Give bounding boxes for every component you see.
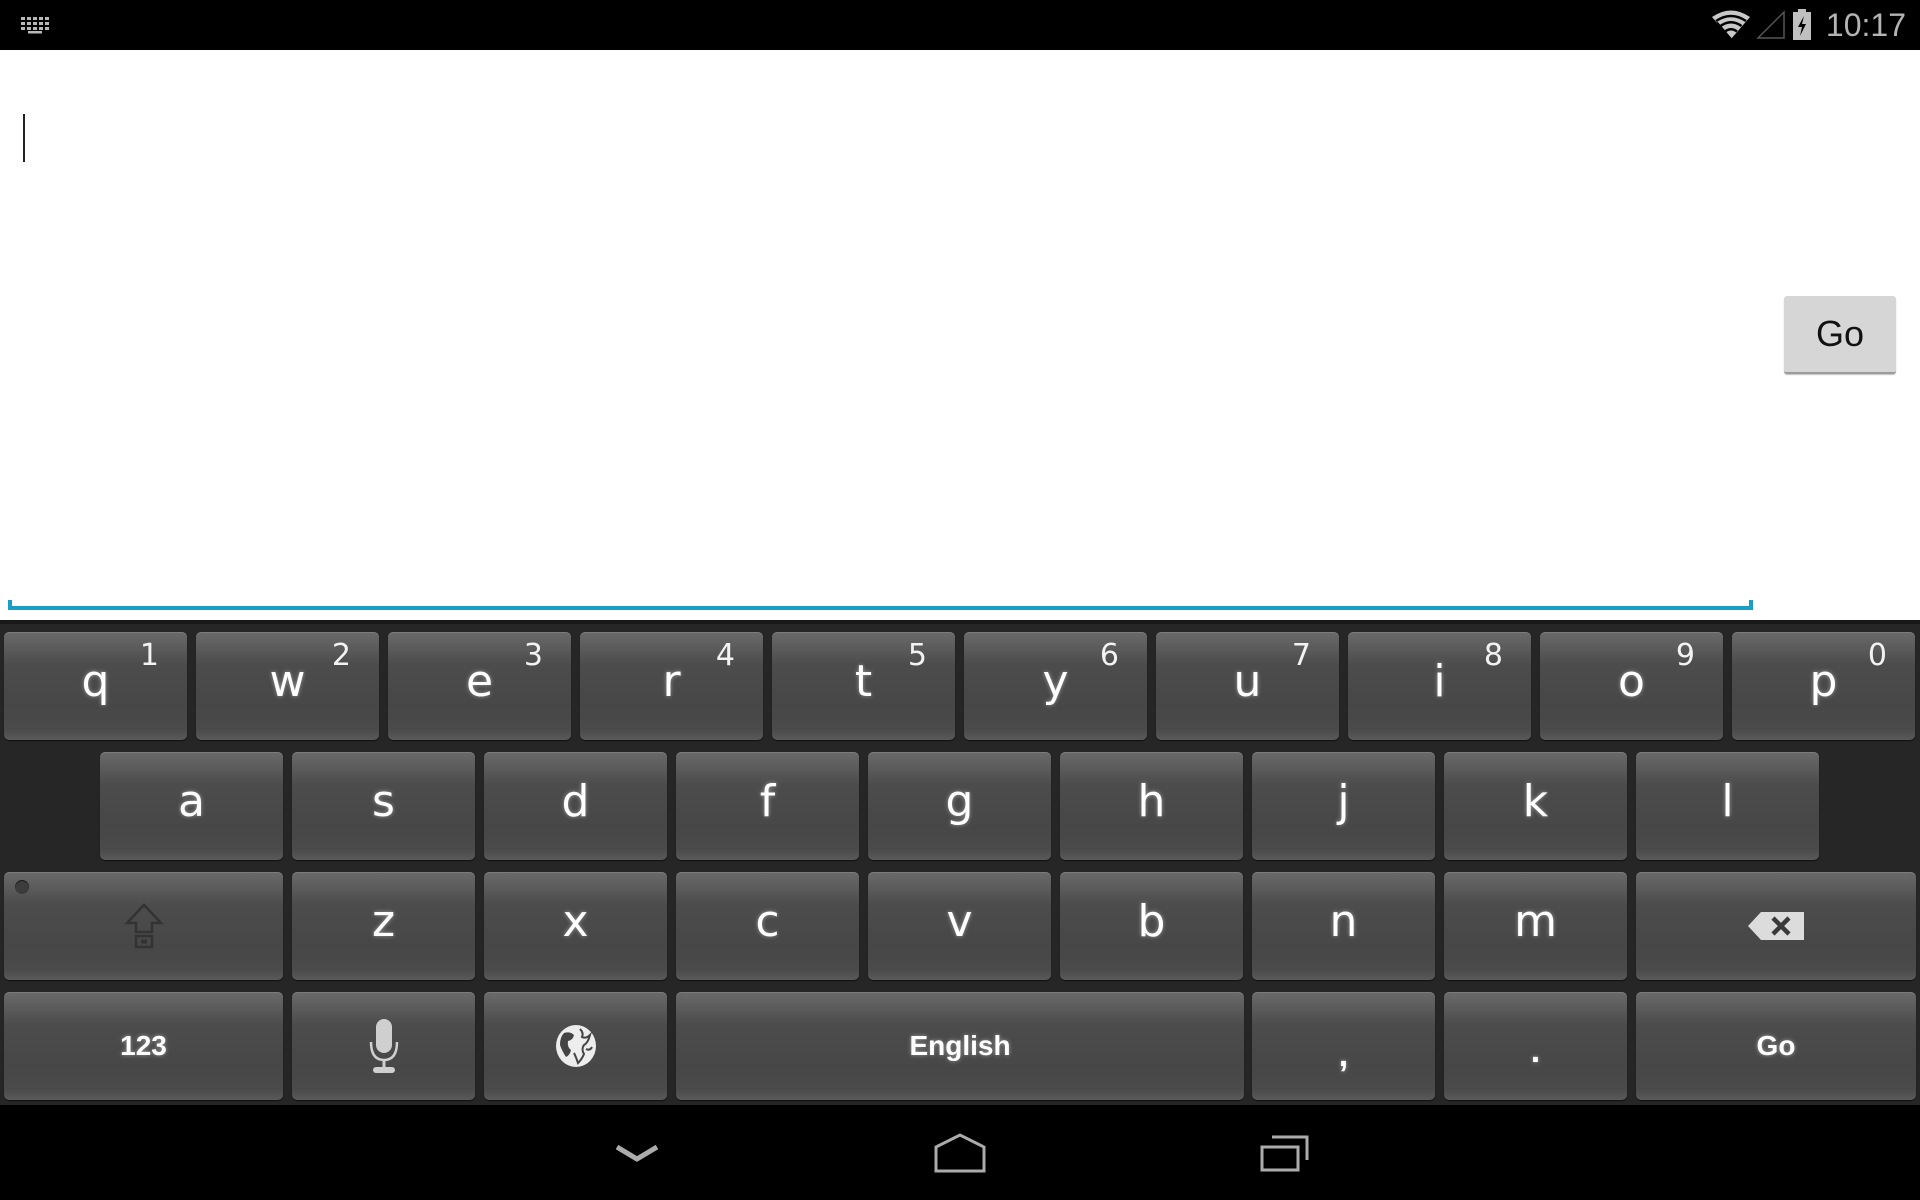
key-comma[interactable]: , <box>1252 992 1435 1100</box>
space-key[interactable]: English <box>676 992 1244 1100</box>
key-g[interactable]: g <box>868 752 1051 860</box>
globe-icon <box>555 1025 596 1067</box>
symbols-key-label: 123 <box>120 1030 167 1061</box>
key-a[interactable]: a <box>100 752 283 860</box>
clock: 10:17 <box>1825 6 1906 43</box>
key-label: q <box>81 656 110 707</box>
delete-key[interactable] <box>1636 872 1916 980</box>
battery-charging-icon <box>1792 9 1811 40</box>
key-label: r <box>662 656 681 707</box>
symbols-key[interactable]: 123 <box>4 992 283 1100</box>
key-label: n <box>1329 896 1358 947</box>
key-b[interactable]: b <box>1060 872 1243 980</box>
key-label: s <box>372 776 395 827</box>
soft-keyboard: 123 English , . Go q1w2e3r4t5y6u7i8o9p0a… <box>0 620 1920 1105</box>
backspace-icon <box>1748 912 1804 940</box>
key-label: a <box>178 776 205 827</box>
key-d[interactable]: d <box>484 752 667 860</box>
key-u[interactable]: u7 <box>1156 632 1339 740</box>
key-w[interactable]: w2 <box>196 632 379 740</box>
language-switch-key[interactable] <box>484 992 667 1100</box>
key-label: w <box>269 656 306 707</box>
shift-lock-indicator <box>15 880 29 894</box>
key-k[interactable]: k <box>1444 752 1627 860</box>
action-go-key[interactable]: Go <box>1636 992 1916 1100</box>
key-s[interactable]: s <box>292 752 475 860</box>
go-button[interactable]: Go <box>1784 296 1896 374</box>
wifi-icon <box>1711 10 1750 40</box>
home-button[interactable] <box>890 1105 1030 1200</box>
key-label: p <box>1809 656 1838 707</box>
key-label: l <box>1721 776 1734 827</box>
text-field-underline <box>8 600 1753 610</box>
key-label: v <box>946 896 973 947</box>
period-label: . <box>1530 1032 1541 1070</box>
text-input[interactable] <box>20 110 1740 590</box>
chevron-down-icon <box>616 1144 658 1162</box>
key-number-hint: 7 <box>1291 638 1311 673</box>
cell-signal-icon <box>1756 10 1785 39</box>
key-z[interactable]: z <box>292 872 475 980</box>
key-label: g <box>945 776 974 827</box>
key-number-hint: 5 <box>907 638 927 673</box>
comma-label: , <box>1338 1036 1349 1074</box>
key-number-hint: 2 <box>331 638 351 673</box>
space-key-label: English <box>909 1030 1011 1061</box>
microphone-icon <box>369 1019 398 1073</box>
recent-apps-button[interactable] <box>1215 1105 1355 1200</box>
key-l[interactable]: l <box>1636 752 1819 860</box>
key-label: y <box>1042 656 1069 707</box>
key-n[interactable]: n <box>1252 872 1435 980</box>
key-f[interactable]: f <box>676 752 859 860</box>
key-number-hint: 9 <box>1675 638 1695 673</box>
key-number-hint: 8 <box>1483 638 1503 673</box>
keyboard-icon <box>21 17 49 34</box>
key-t[interactable]: t5 <box>772 632 955 740</box>
key-label: u <box>1233 656 1262 707</box>
key-number-hint: 0 <box>1867 638 1887 673</box>
key-label: b <box>1137 896 1166 947</box>
key-number-hint: 6 <box>1099 638 1119 673</box>
hide-keyboard-button[interactable] <box>567 1105 707 1200</box>
key-x[interactable]: x <box>484 872 667 980</box>
key-label: m <box>1514 896 1557 947</box>
key-label: f <box>759 776 776 827</box>
key-number-hint: 3 <box>523 638 543 673</box>
key-label: o <box>1618 656 1645 707</box>
key-i[interactable]: i8 <box>1348 632 1531 740</box>
key-p[interactable]: p0 <box>1732 632 1915 740</box>
shift-key[interactable] <box>4 872 283 980</box>
key-c[interactable]: c <box>676 872 859 980</box>
key-o[interactable]: o9 <box>1540 632 1723 740</box>
voice-input-key[interactable] <box>292 992 475 1100</box>
key-label: h <box>1137 776 1166 827</box>
shift-lock-icon <box>123 903 164 949</box>
key-period[interactable]: . <box>1444 992 1627 1100</box>
key-h[interactable]: h <box>1060 752 1243 860</box>
key-j[interactable]: j <box>1252 752 1435 860</box>
key-label: j <box>1337 776 1350 827</box>
key-y[interactable]: y6 <box>964 632 1147 740</box>
text-area[interactable]: Go <box>0 50 1920 620</box>
key-label: k <box>1522 776 1549 827</box>
key-m[interactable]: m <box>1444 872 1627 980</box>
key-number-hint: 4 <box>715 638 735 673</box>
key-q[interactable]: q1 <box>4 632 187 740</box>
action-key-label: Go <box>1756 1030 1796 1061</box>
key-label: e <box>465 656 494 707</box>
status-bar: 10:17 <box>0 0 1920 50</box>
key-label: t <box>854 656 873 707</box>
home-icon <box>934 1132 986 1172</box>
key-number-hint: 1 <box>139 638 159 673</box>
key-label: i <box>1433 656 1446 707</box>
key-r[interactable]: r4 <box>580 632 763 740</box>
key-v[interactable]: v <box>868 872 1051 980</box>
key-label: d <box>561 776 590 827</box>
key-label: x <box>562 896 589 947</box>
recent-apps-icon <box>1260 1135 1309 1171</box>
key-label: c <box>755 896 780 947</box>
navigation-bar <box>0 1105 1920 1200</box>
key-label: z <box>371 896 396 947</box>
key-e[interactable]: e3 <box>388 632 571 740</box>
